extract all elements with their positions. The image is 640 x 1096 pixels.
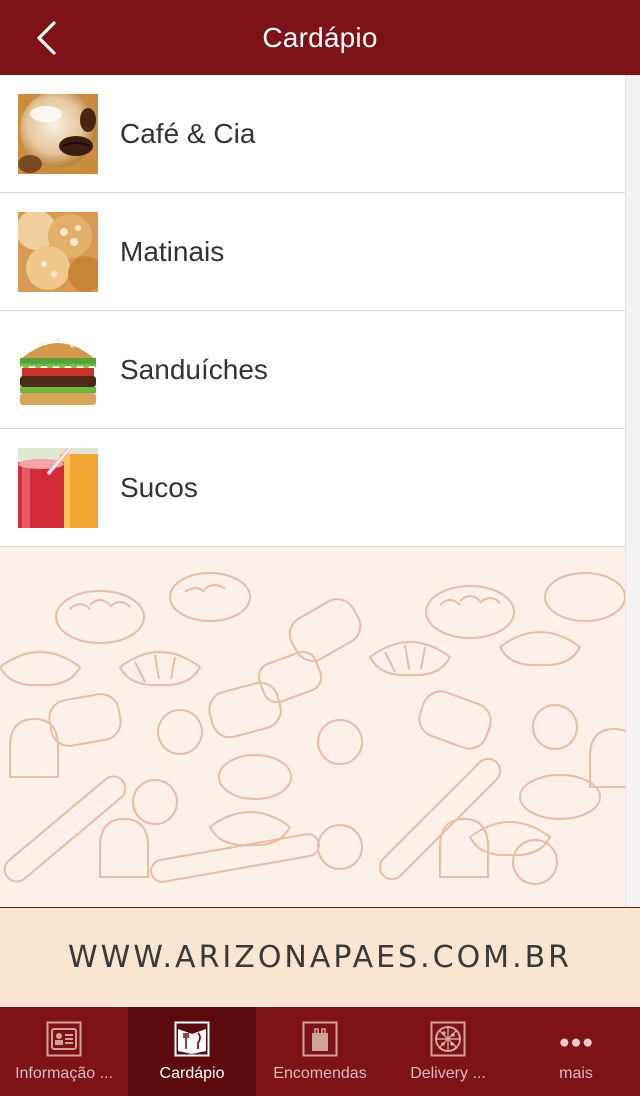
list-item-sucos[interactable]: Sucos — [0, 429, 625, 547]
page-title: Cardápio — [262, 21, 378, 53]
coffee-photo — [18, 93, 98, 174]
menu-list: Café & Cia Matinais Sanduíches Sucos — [0, 75, 625, 547]
list-item-cafe[interactable]: Café & Cia — [0, 75, 625, 193]
chevron-left-icon — [37, 21, 56, 55]
bakery-pattern-background — [0, 547, 625, 907]
menu-book-icon — [174, 1021, 210, 1057]
sandwich-photo — [18, 329, 98, 410]
list-item-label: Sanduíches — [120, 353, 268, 385]
banner-url: WWW.ARIZONAPAES.COM.BR — [67, 940, 573, 975]
list-item-matinais[interactable]: Matinais — [0, 193, 625, 311]
tab-bar: Informação ... Cardápio Encomendas Deliv… — [0, 1007, 640, 1096]
bread-photo — [18, 211, 98, 292]
tab-label: Delivery ... — [410, 1065, 486, 1082]
scrollbar[interactable] — [625, 75, 640, 907]
bag-icon — [302, 1021, 338, 1057]
list-item-label: Café & Cia — [120, 117, 256, 149]
list-item-label: Sucos — [120, 471, 198, 503]
tab-delivery[interactable]: Delivery ... — [384, 1007, 512, 1096]
tab-informacao[interactable]: Informação ... — [0, 1007, 128, 1096]
website-banner[interactable]: WWW.ARIZONAPAES.COM.BR — [0, 907, 640, 1007]
list-item-label: Matinais — [120, 235, 225, 267]
tab-label: Cardápio — [159, 1065, 225, 1082]
tab-encomendas[interactable]: Encomendas — [256, 1007, 384, 1096]
more-dots-icon — [558, 1021, 594, 1057]
tab-label: mais — [559, 1065, 593, 1082]
tab-label: Informação ... — [15, 1065, 113, 1082]
tab-mais[interactable]: mais — [512, 1007, 640, 1096]
nav-header: Cardápio — [0, 0, 640, 75]
pizza-icon — [430, 1021, 466, 1057]
juice-photo — [18, 447, 98, 528]
back-button[interactable] — [26, 16, 66, 60]
info-card-icon — [46, 1021, 82, 1057]
list-item-sanduiches[interactable]: Sanduíches — [0, 311, 625, 429]
tab-cardapio[interactable]: Cardápio — [128, 1007, 256, 1096]
tab-label: Encomendas — [273, 1065, 367, 1082]
